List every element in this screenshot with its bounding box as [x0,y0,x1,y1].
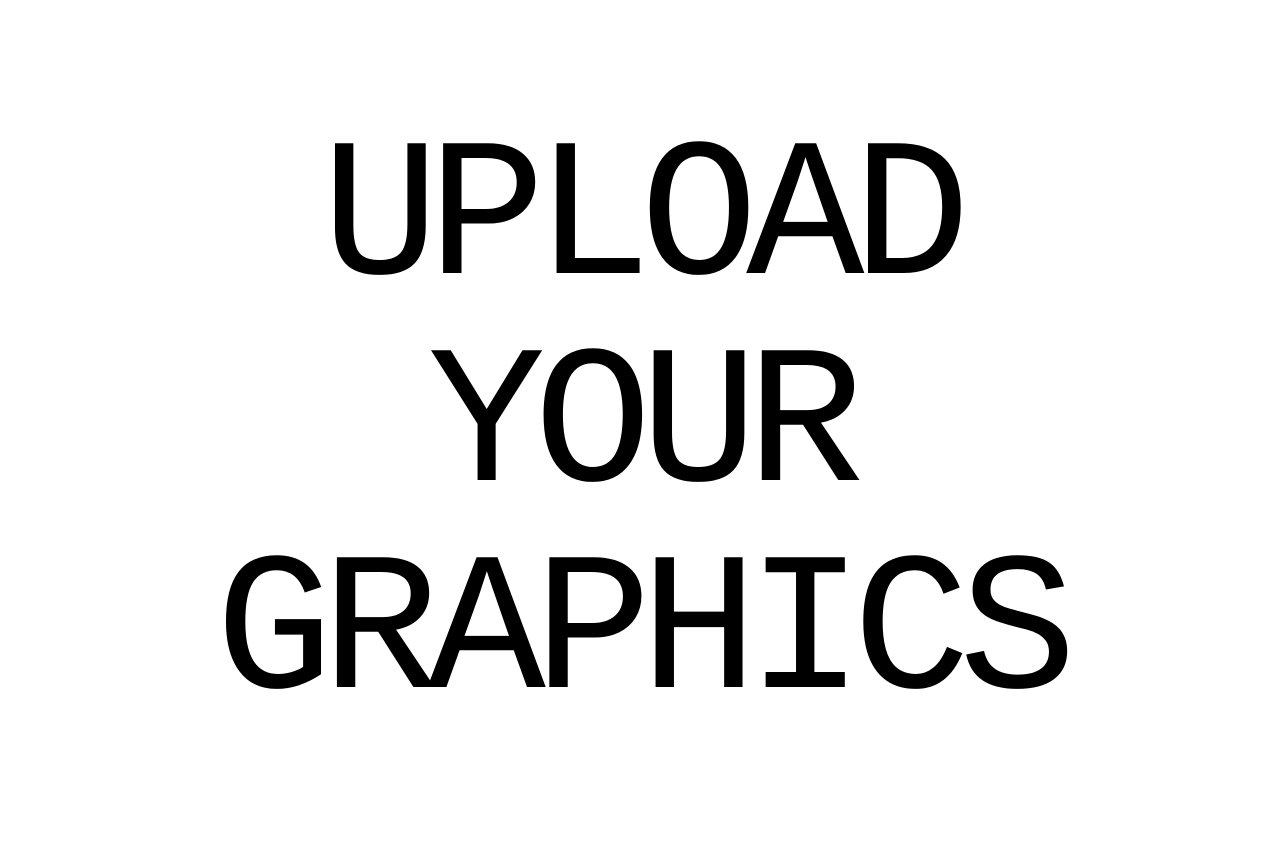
headline-line-1: UPLOAD [321,110,970,333]
placeholder-canvas: UPLOAD YOUR GRAPHICS [0,0,1280,853]
headline-line-2: YOUR [427,317,865,540]
headline-line-3: GRAPHICS [215,524,1077,747]
placeholder-headline: UPLOAD YOUR GRAPHICS [0,118,1280,739]
